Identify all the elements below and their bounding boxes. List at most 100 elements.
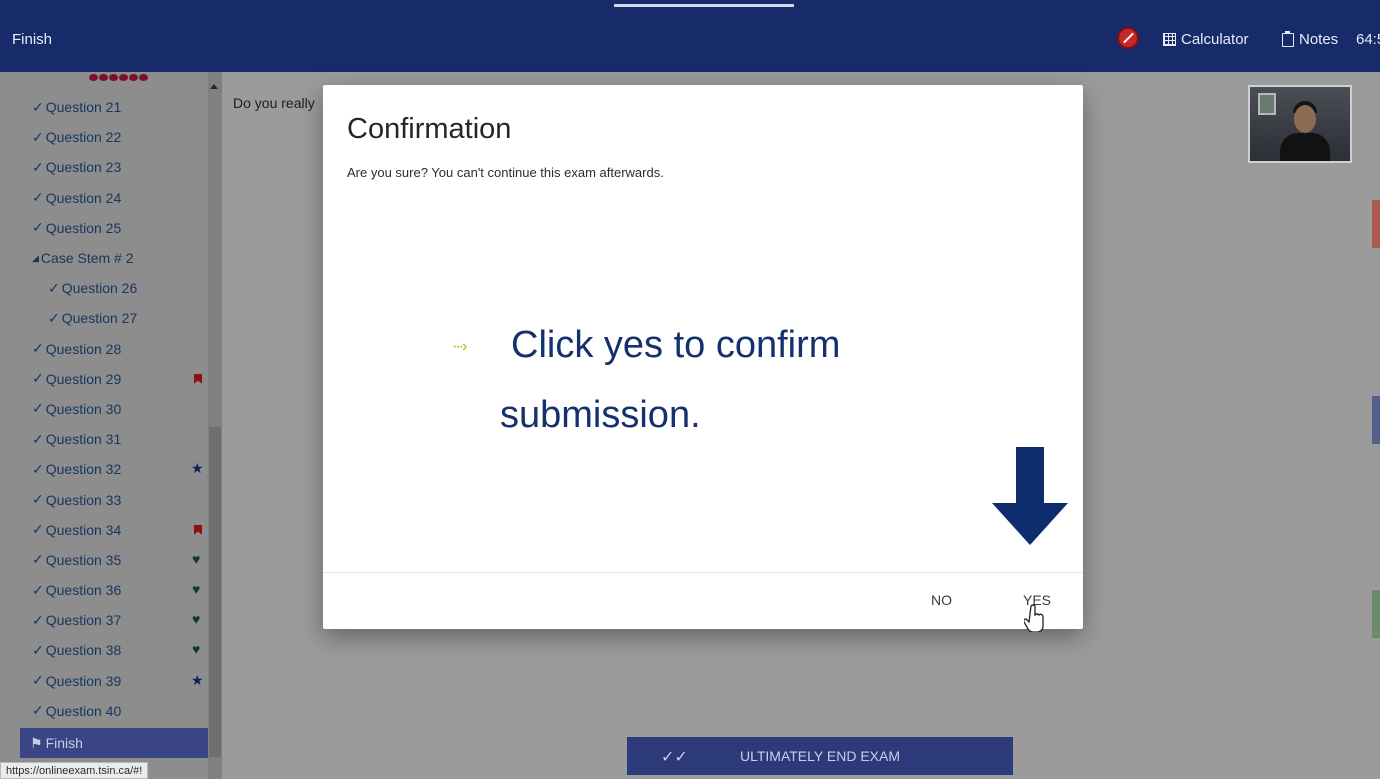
check-icon: ✓ [32,400,44,417]
no-button[interactable]: NO [927,592,956,608]
sidebar-item-question-23[interactable]: ✓ Question 23 [0,152,208,182]
question-sidebar: ✓ Question 21 ✓ Question 22 ✓ Question 23 ✓… [0,72,222,779]
check-icon: ✓ [32,430,44,447]
star-icon: ★ [191,671,204,688]
hand-cursor-icon [1024,604,1044,632]
check-icon: ✓ [32,521,44,538]
sidebar-item-question-37[interactable]: ✓ Question 37 ♥ [0,605,208,635]
dialog-message: Are you sure? You can't continue this ex… [347,165,664,180]
right-edge-tab [1372,200,1380,248]
sidebar-item-question-34[interactable]: ✓ Question 34 [0,515,208,545]
sidebar-item-label: Question 30 [45,400,122,417]
sidebar-item-label: Question 24 [45,189,122,206]
triangle-down-icon: ◢ [32,252,39,263]
no-pencil-icon[interactable] [1117,27,1139,49]
heart-icon: ♥ [192,581,201,597]
sidebar-item-question-30[interactable]: ✓ Question 30 [0,394,208,424]
sidebar-item-question-26[interactable]: ✓ Question 26 [0,273,208,303]
sidebar-item-question-36[interactable]: ✓ Question 36 ♥ [0,575,208,605]
sidebar-item-question-33[interactable]: ✓ Question 33 [0,484,208,514]
check-icon: ✓ [32,551,44,568]
calculator-button[interactable]: Calculator [1163,31,1249,48]
confirm-prompt-text: Do you really [233,95,315,111]
top-bar: Finish Calculator Notes 64:5 [0,0,1380,72]
double-check-icon: ✓✓ [661,749,688,766]
sidebar-item-label: Question 31 [45,431,122,448]
sidebar-item-label: Case Stem # 2 [40,250,134,267]
check-icon: ✓ [32,641,44,658]
end-exam-label: ULTIMATELY END EXAM [740,748,900,764]
sidebar-item-question-21[interactable]: ✓ Question 21 [0,92,208,122]
sidebar-item-question-27[interactable]: ✓ Question 27 [0,303,208,333]
sidebar-item-label: Question 25 [45,219,122,236]
check-icon: ✓ [32,128,44,145]
sidebar-item-label: Question 40 [45,702,122,719]
bookmark-flag-icon [194,373,202,384]
sidebar-item-label: Question 35 [45,551,122,568]
progress-dots [89,74,148,81]
sidebar-item-label: Question 28 [45,340,122,357]
sidebar-item-question-35[interactable]: ✓ Question 35 ♥ [0,545,208,575]
sidebar-item-question-24[interactable]: ✓ Question 24 [0,183,208,213]
sidebar-item-label: Question 39 [45,672,122,689]
sidebar-item-finish[interactable]: ⚑ Finish [20,728,208,758]
sidebar-item-label: Question 22 [45,129,122,146]
sidebar-item-label: Question 33 [45,491,122,508]
sidebar-item-label: Question 38 [45,642,122,659]
check-icon: ✓ [48,279,60,296]
check-icon: ✓ [32,189,44,206]
clipboard-icon [1282,30,1294,47]
dialog-title: Confirmation [347,113,512,145]
sidebar-item-question-31[interactable]: ✓ Question 31 [0,424,208,454]
check-icon: ✓ [32,460,44,477]
sidebar-item-question-32[interactable]: ✓ Question 32 ★ [0,454,208,484]
sidebar-item-question-25[interactable]: ✓ Question 25 [0,213,208,243]
header-finish-label: Finish [12,31,53,48]
check-icon: ✓ [32,370,44,387]
scroll-up-icon[interactable] [210,84,218,89]
check-icon: ✓ [32,672,44,689]
sidebar-item-label: Question 21 [45,99,122,116]
check-icon: ✓ [32,491,44,508]
check-icon: ✓ [32,219,44,236]
finish-flag-icon: ⚑ [30,734,43,751]
sidebar-item-question-22[interactable]: ✓ Question 22 [0,122,208,152]
sidebar-item-label: Question 23 [45,159,122,176]
dotted-pointer-arrow-icon: ···› [452,338,467,355]
ultimately-end-exam-button[interactable]: ✓✓ ULTIMATELY END EXAM [627,737,1013,775]
dialog-divider [323,572,1083,573]
heart-icon: ♥ [192,641,201,658]
heart-icon: ♥ [192,611,201,628]
check-icon: ✓ [32,581,44,598]
heart-icon: ♥ [192,550,201,567]
calculator-icon [1163,33,1176,46]
sidebar-item-question-40[interactable]: ✓ Question 40 [0,696,208,726]
check-icon: ✓ [32,702,44,719]
check-icon: ✓ [32,158,44,175]
sidebar-item-question-38[interactable]: ✓ Question 38 ♥ [0,635,208,665]
sidebar-item-question-39[interactable]: ✓ Question 39 ★ [0,666,208,696]
down-arrow-icon [992,447,1068,545]
sidebar-item-label: Question 37 [45,612,122,629]
right-edge-tab [1372,396,1380,444]
webcam-preview [1248,85,1352,163]
sidebar-item-label: Question 27 [61,310,138,327]
bookmark-flag-icon [194,524,202,535]
check-icon: ✓ [32,340,44,357]
sidebar-item-label: Finish [45,735,83,751]
notes-button[interactable]: Notes [1282,30,1339,48]
sidebar-scroll-thumb[interactable] [209,427,221,757]
top-accent-line [614,4,794,7]
right-edge-tab [1372,590,1380,638]
annotation-line-1: Click yes to confirm [511,324,841,366]
sidebar-item-label: Question 32 [45,461,122,478]
sidebar-item-question-28[interactable]: ✓ Question 28 [0,334,208,364]
exam-timer: 64:5 [1356,31,1380,48]
check-icon: ✓ [48,309,60,326]
sidebar-item-question-29[interactable]: ✓ Question 29 [0,364,208,394]
sidebar-item-label: Question 36 [45,582,122,599]
sidebar-item-case-stem-2[interactable]: ◢ Case Stem # 2 [0,243,208,273]
sidebar-item-label: Question 26 [61,280,138,297]
question-list: ✓ Question 21 ✓ Question 22 ✓ Question 23 ✓… [0,92,208,726]
notes-label: Notes [1299,31,1339,48]
